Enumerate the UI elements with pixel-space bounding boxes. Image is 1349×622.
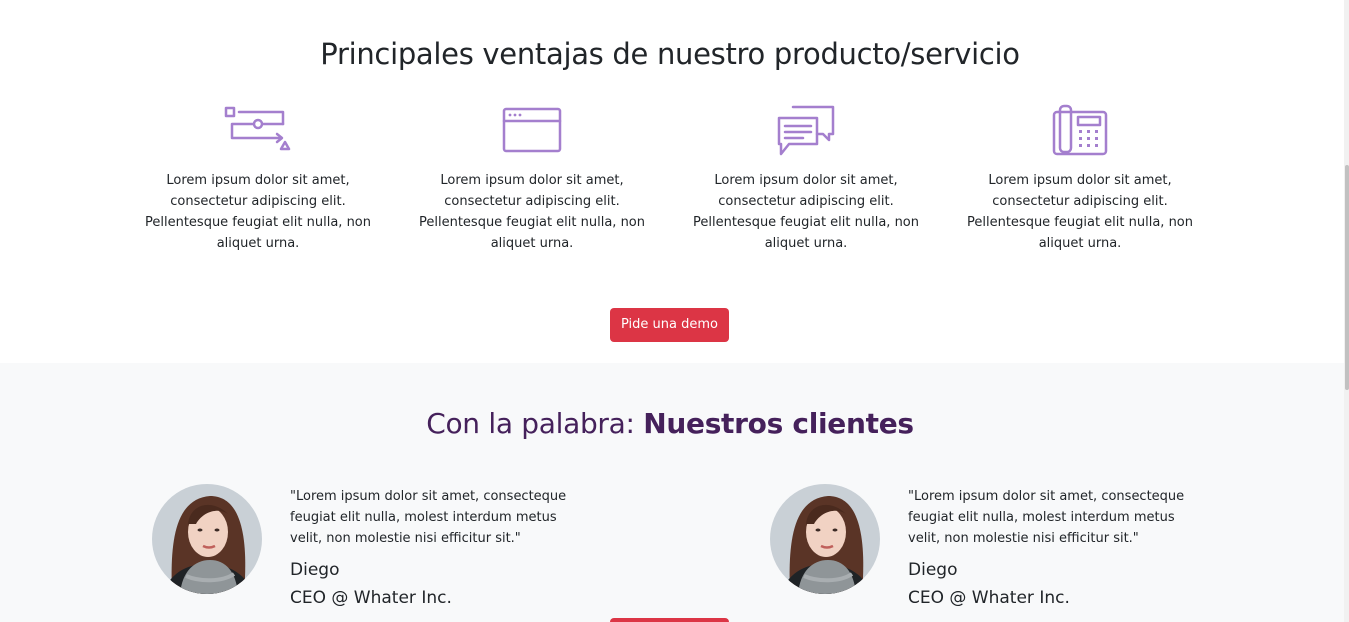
feature-item: Lorem ipsum dolor sit amet, consectetur … <box>965 104 1195 254</box>
feature-item: Lorem ipsum dolor sit amet, consectetur … <box>691 104 921 254</box>
testimonial-role: CEO @ Whater Inc. <box>908 588 1070 608</box>
partial-button[interactable] <box>610 618 729 622</box>
testimonial-name: Diego <box>908 560 958 580</box>
testimonials-title: Con la palabra: Nuestros clientes <box>0 407 1340 440</box>
testimonials-title-prefix: Con la palabra: <box>426 407 644 440</box>
workflow-icon <box>224 106 291 151</box>
testimonial-role: CEO @ Whater Inc. <box>290 588 452 608</box>
testimonials-title-bold: Nuestros clientes <box>643 407 914 440</box>
feature-text: Lorem ipsum dolor sit amet, consectetur … <box>966 173 1193 251</box>
scrollbar-thumb[interactable] <box>1345 165 1349 390</box>
feature-text: Lorem ipsum dolor sit amet, consectetur … <box>418 173 645 251</box>
feature-item: Lorem ipsum dolor sit amet, consectetur … <box>417 104 647 254</box>
testimonial-card: "Lorem ipsum dolor sit amet, consecteque… <box>770 484 1200 622</box>
feature-text: Lorem ipsum dolor sit amet, consectetur … <box>144 173 371 251</box>
testimonial-quote: "Lorem ipsum dolor sit amet, consecteque… <box>290 489 567 546</box>
desk-phone-icon <box>1052 104 1108 156</box>
feature-text: Lorem ipsum dolor sit amet, consectetur … <box>692 173 919 251</box>
testimonial-quote: "Lorem ipsum dolor sit amet, consecteque… <box>908 489 1185 546</box>
avatar <box>152 484 262 594</box>
avatar <box>770 484 880 594</box>
testimonials-section: Con la palabra: Nuestros clientes "Lorem… <box>0 363 1344 622</box>
features-title: Principales ventajas de nuestro producto… <box>320 37 1020 71</box>
features-section: Principales ventajas de nuestro producto… <box>0 0 1344 363</box>
chat-bubbles-icon <box>777 105 835 156</box>
feature-item: Lorem ipsum dolor sit amet, consectetur … <box>143 104 373 254</box>
request-demo-button[interactable]: Pide una demo <box>610 308 729 342</box>
browser-window-icon <box>502 107 562 153</box>
testimonial-name: Diego <box>290 560 340 580</box>
testimonial-card: "Lorem ipsum dolor sit amet, consecteque… <box>152 484 582 622</box>
